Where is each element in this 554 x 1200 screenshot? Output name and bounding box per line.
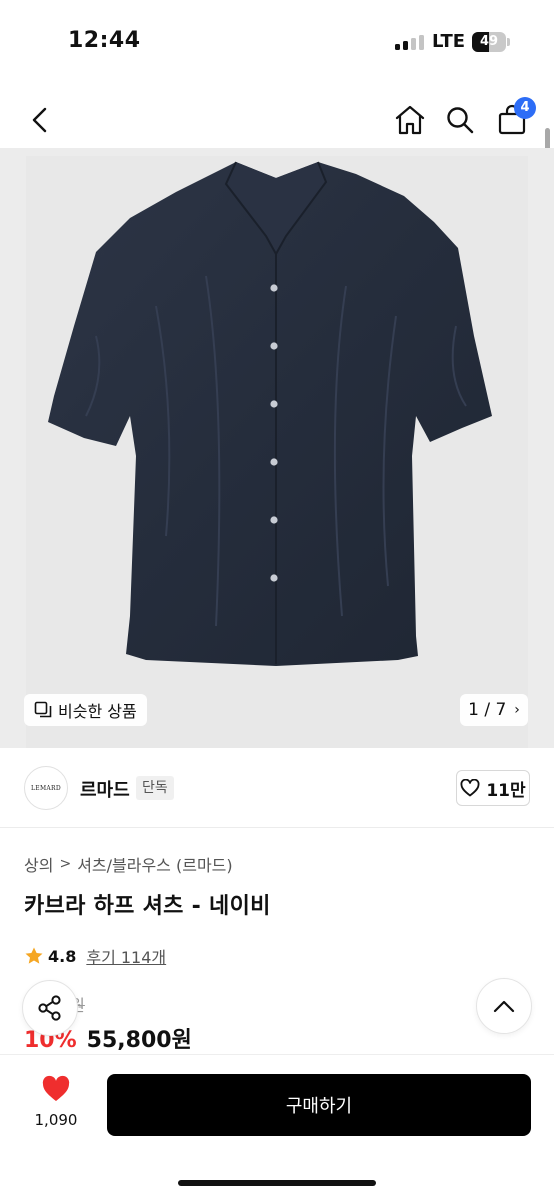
search-icon [447,107,474,134]
breadcrumb: 상의 > 셔츠/블라우스 (르마드) [24,852,233,876]
copy-squares-icon [34,701,52,718]
brand-row: LEMARD 르마드 단독 11만 [0,748,554,828]
battery-icon: 49 [472,32,510,52]
chevron-up-icon [493,1000,515,1013]
rating-row: 4.8 후기 114개 [24,944,166,968]
wishlist-button[interactable]: 1,090 [24,1075,88,1135]
bottom-action-bar: 1,090 구매하기 [0,1054,554,1200]
heart-outline-icon [460,779,480,797]
similar-products-button[interactable]: 비슷한 상품 [24,694,147,726]
similar-products-label: 비슷한 상품 [58,702,137,721]
wishlist-count: 1,090 [34,1111,78,1129]
brand-name[interactable]: 르마드 [80,776,130,802]
breadcrumb-item-category[interactable]: 상의 [24,852,53,876]
signal-icon [395,34,429,50]
pager-text: 1 / 7 [468,700,507,720]
exclusive-badge: 단독 [136,776,174,800]
product-gallery[interactable]: 비슷한 상품 1 / 7 › [0,148,554,748]
breadcrumb-item-subcategory[interactable]: 셔츠/블라우스 (르마드) [77,852,232,876]
chevron-left-icon [32,107,47,133]
chevron-right-icon: › [514,702,520,718]
sale-price: 55,800원 [86,1028,192,1053]
home-button[interactable] [390,100,430,140]
status-time: 12:44 [68,28,141,53]
back-button[interactable] [20,100,60,140]
cart-button[interactable]: 4 [492,97,536,140]
scroll-top-button[interactable] [476,978,532,1034]
brand-logo[interactable]: LEMARD [24,766,68,810]
share-button[interactable] [22,980,78,1036]
cart-count-badge: 4 [514,97,536,119]
status-bar: 12:44 LTE 49 [0,0,554,84]
network-type: LTE [432,31,466,52]
home-indicator[interactable] [178,1180,376,1186]
star-icon [25,947,43,964]
product-image[interactable] [26,156,528,748]
brand-like-count: 11만 [486,780,526,801]
battery-level: 49 [479,34,499,49]
reviews-link[interactable]: 후기 114개 [86,944,166,968]
search-button[interactable] [440,100,480,140]
home-icon [395,105,425,135]
navy-shirt-image [48,161,492,666]
buy-button[interactable]: 구매하기 [107,1074,531,1136]
share-icon [38,995,61,1021]
chevron-right-icon: > [59,856,72,872]
image-pager[interactable]: 1 / 7 › [460,694,528,726]
brand-like-button[interactable]: 11만 [456,770,530,806]
product-title: 카브라 하프 셔츠 - 네이비 [24,894,271,919]
heart-filled-icon [42,1075,70,1101]
rating-score: 4.8 [48,946,77,966]
